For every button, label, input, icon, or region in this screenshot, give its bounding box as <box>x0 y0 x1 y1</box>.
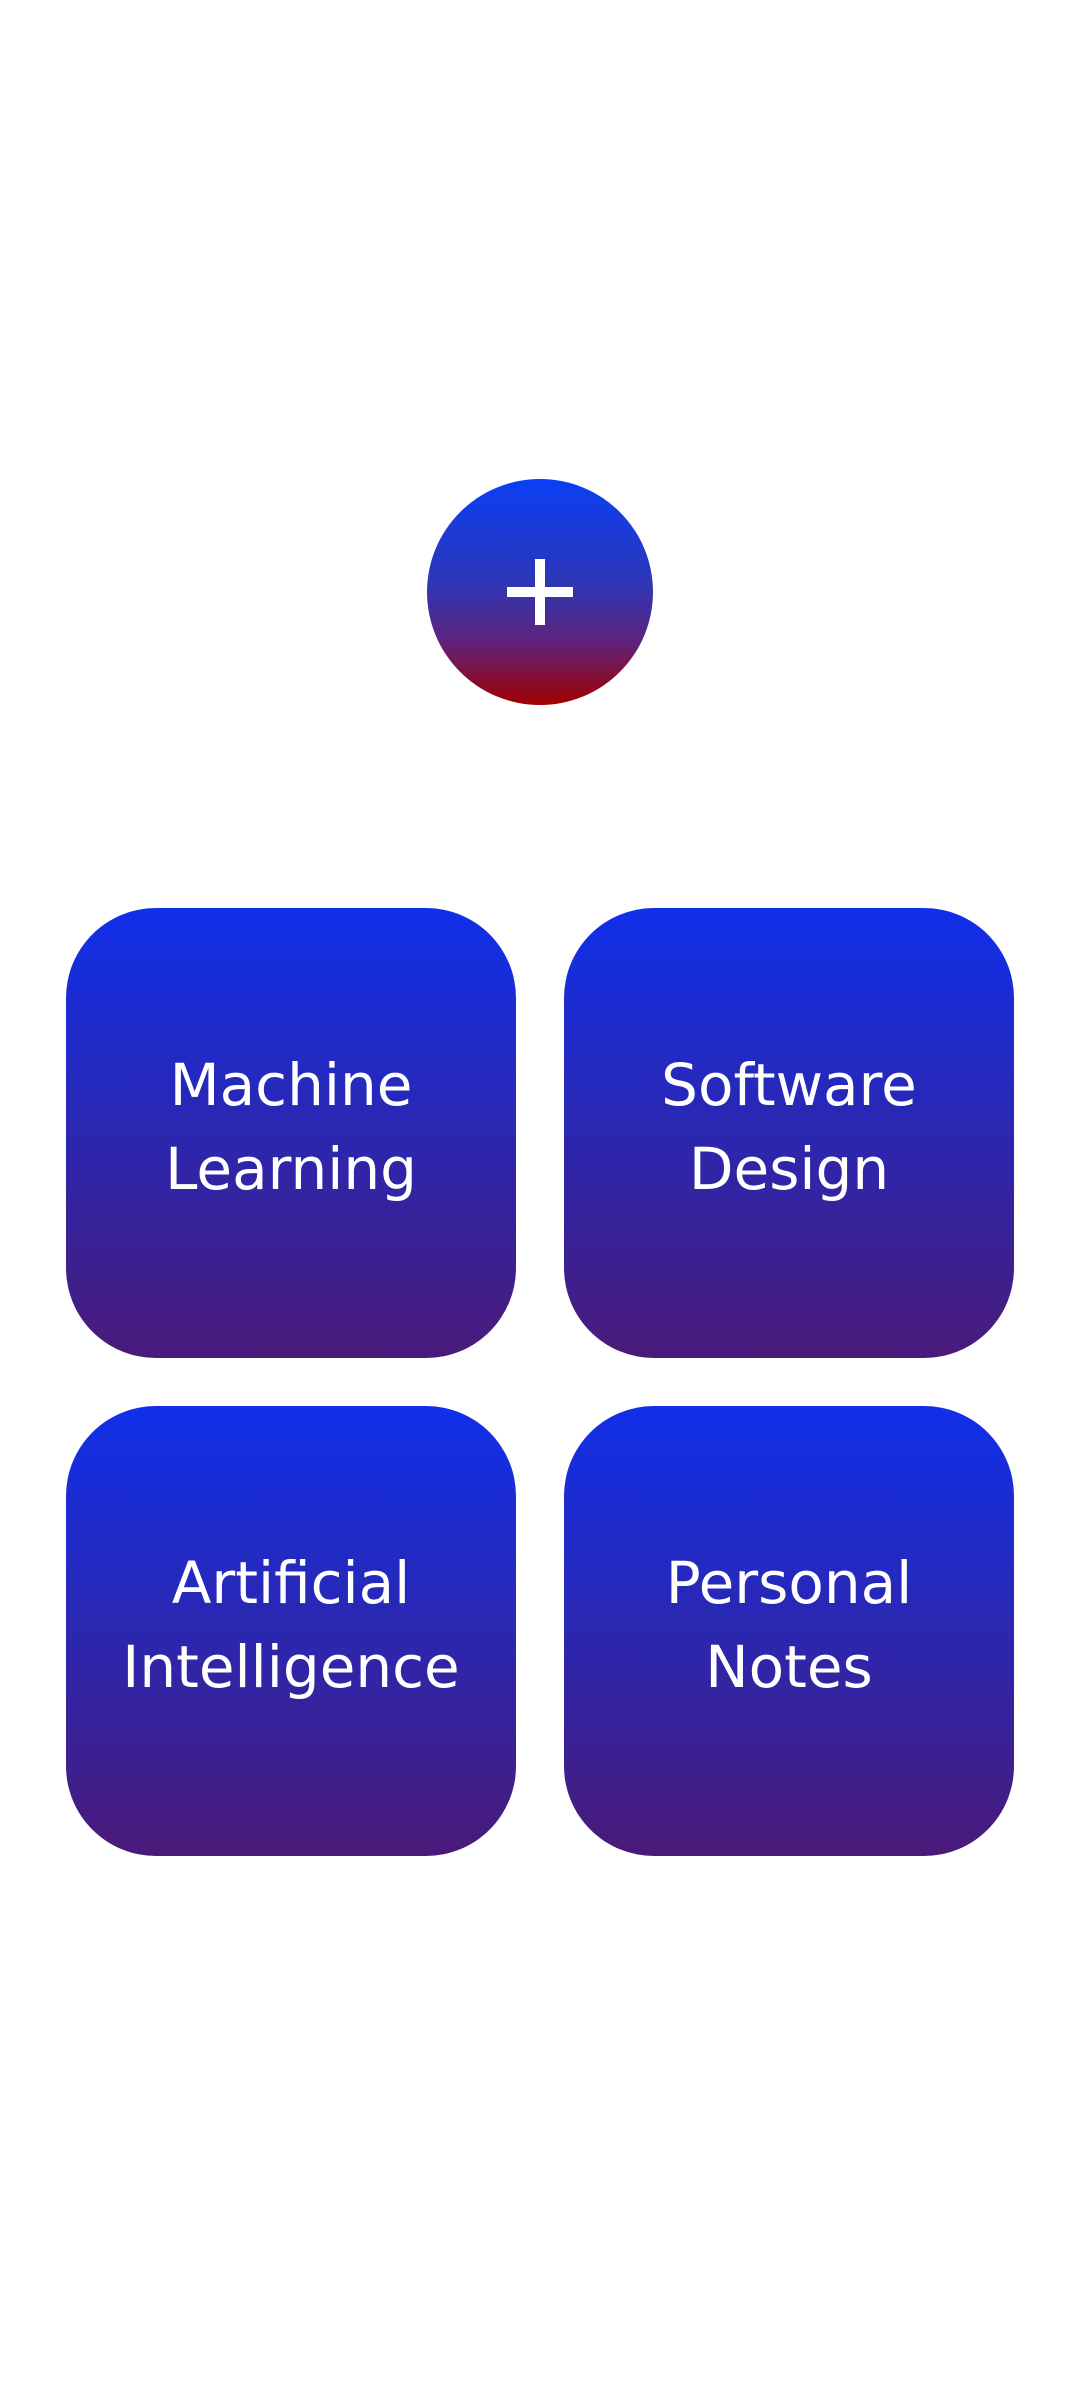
category-label: Artificial Intelligence <box>122 1549 460 1701</box>
category-card-machine-learning[interactable]: Machine Learning <box>66 908 516 1358</box>
category-card-personal-notes[interactable]: Personal Notes <box>564 1406 1014 1856</box>
add-category-button[interactable] <box>427 479 653 705</box>
plus-icon <box>507 559 573 625</box>
category-card-artificial-intelligence[interactable]: Artificial Intelligence <box>66 1406 516 1856</box>
category-label: Personal Notes <box>665 1549 913 1701</box>
category-grid: Machine Learning Software Design Artific… <box>66 908 1014 1856</box>
category-label: Machine Learning <box>165 1051 417 1203</box>
category-card-software-design[interactable]: Software Design <box>564 908 1014 1358</box>
category-label: Software Design <box>661 1051 917 1203</box>
